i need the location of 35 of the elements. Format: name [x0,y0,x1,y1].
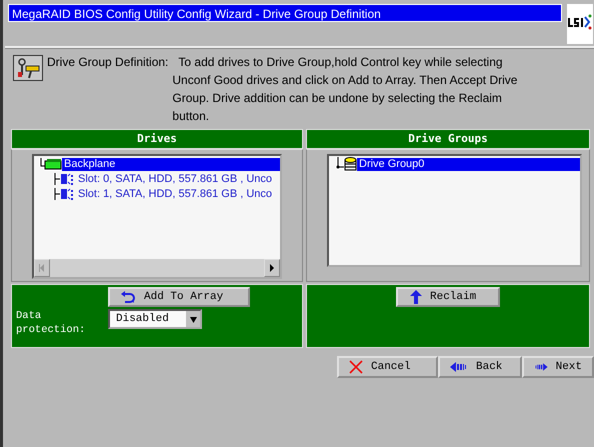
back-button[interactable]: Back [438,356,522,378]
horizontal-scrollbar[interactable] [34,259,280,277]
data-protection-dropdown[interactable]: Disabled [108,309,202,329]
drive-group-icon [335,157,357,171]
logo-icon [567,4,593,44]
window-title: MegaRAID BIOS Config Utility Config Wizard - Drive Group Definition [8,4,562,22]
tree-item[interactable]: Backplane [62,158,280,170]
drive-tree[interactable]: Backplane Slot: 0, SATA, HDD, 557.861 GB , Unco Slot: 1, SATA, HDD, 557.861 GB , Unco [32,154,282,279]
tools-icon [13,55,43,81]
description-text: Unconf Good drives and click on Add to Array. Then Accept Drive [172,72,518,89]
drive-icon [54,188,76,200]
reclaim-button[interactable]: Reclaim [396,287,500,307]
undo-icon [120,291,136,303]
right-arrow-icon [534,362,548,372]
tree-item[interactable]: Drive Group0 [357,158,580,170]
description-heading: Drive Group Definition: [47,54,168,71]
tree-item[interactable]: Slot: 1, SATA, HDD, 557.861 GB , Unco [76,188,280,200]
backplane-icon [40,158,62,170]
description-text: button. [172,108,210,125]
add-to-array-button[interactable]: Add To Array [108,287,250,307]
tree-item[interactable]: Slot: 0, SATA, HDD, 557.861 GB , Unco [76,172,280,186]
scroll-left-icon[interactable] [34,259,50,277]
drive-group-tree[interactable]: Drive Group0 [327,154,582,267]
next-button[interactable]: Next [522,356,594,378]
up-arrow-icon [410,290,422,304]
scroll-right-icon[interactable] [264,259,280,277]
data-protection-label: Data protection: [16,309,86,337]
panel-header: Drive Groups [306,129,590,149]
left-arrow-icon [450,362,468,372]
description-text: To add drives to Drive Group,hold Control key while selecting [178,54,504,71]
cancel-button[interactable]: Cancel [337,356,438,378]
close-icon [349,360,363,374]
panel-header: Drives [11,129,303,149]
drive-icon [54,173,76,185]
description-text: Group. Drive addition can be undone by selecting the Reclaim [172,90,503,107]
